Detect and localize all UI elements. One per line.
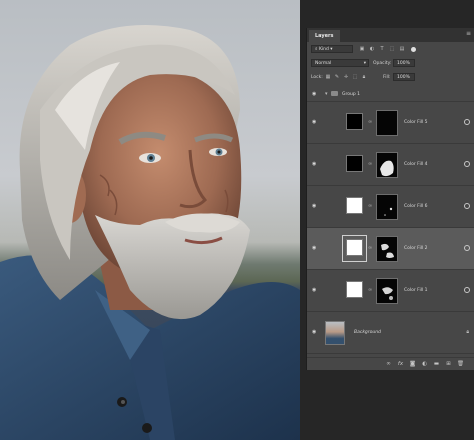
portrait-photo (0, 25, 300, 440)
link-icon[interactable]: ∞ (368, 203, 372, 209)
filter-pixel-icon[interactable]: ▣ (359, 46, 365, 52)
mask-thumbnail (376, 236, 398, 262)
mask-thumbnail (376, 278, 398, 304)
lock-label: Lock: (311, 75, 323, 80)
filter-shape-icon[interactable]: ⬚ (389, 46, 395, 52)
layer-row[interactable]: ◉ ∞ Color Fill 6 (307, 186, 474, 228)
layer-row[interactable]: ◉ ∞ Color Fill 5 (307, 102, 474, 144)
blend-mode-select[interactable]: Normal ▾ (311, 59, 369, 67)
lock-icon: 🔒︎ (466, 329, 469, 335)
layers-panel: Layers ≡ ⌕ Kind ▾ ▣ ◐ T ⬚ ▤ Normal ▾ Opa… (306, 28, 474, 370)
eye-icon[interactable]: ◉ (312, 120, 319, 125)
layer-name: Background (354, 330, 381, 335)
blend-mode-value: Normal (315, 61, 332, 66)
layer-name: Color Fill 1 (404, 288, 428, 293)
eye-icon[interactable]: ◉ (312, 288, 319, 293)
mask-shape (382, 287, 393, 300)
adjustment-icon (464, 119, 470, 125)
chevron-down-icon[interactable]: ▾ (325, 91, 328, 97)
lock-all-icon[interactable]: 🔒︎ (361, 74, 367, 80)
fill-thumbnail (346, 281, 363, 298)
new-group-icon[interactable]: ▬ (433, 361, 440, 367)
lock-row: Lock: ▦ ✎ ✛ ⬚ 🔒︎ Fill: 100% (307, 72, 474, 83)
filter-kind-label: Kind (318, 47, 329, 52)
filter-kind-select[interactable]: ⌕ Kind ▾ (311, 45, 353, 53)
mask-thumbnail (376, 194, 398, 220)
layer-row-selected[interactable]: ◉ ∞ Color Fill 2 (307, 228, 474, 270)
mask-shape (384, 207, 393, 216)
mask-thumbnail (376, 152, 398, 178)
fx-icon[interactable]: fx (397, 361, 404, 367)
mask-thumbnail (376, 110, 398, 136)
lock-position-icon[interactable]: ✛ (343, 74, 349, 80)
background-layer-row[interactable]: ◉ Background 🔒︎ (307, 312, 474, 354)
adjustment-icon (464, 203, 470, 209)
fill-input[interactable]: 100% (393, 73, 415, 81)
link-icon[interactable]: ∞ (368, 119, 372, 125)
mask-shape (381, 243, 394, 258)
eye-icon[interactable]: ◉ (312, 330, 319, 335)
tab-layers[interactable]: Layers (309, 30, 340, 42)
link-icon[interactable]: ∞ (368, 245, 372, 251)
layer-name: Color Fill 5 (404, 120, 428, 125)
filter-row: ⌕ Kind ▾ ▣ ◐ T ⬚ ▤ (307, 44, 474, 55)
photo-canvas[interactable] (0, 0, 300, 440)
chevron-down-icon: ▾ (363, 61, 366, 66)
trash-icon[interactable]: 🗑︎ (457, 361, 464, 367)
layer-name: Color Fill 2 (404, 246, 428, 251)
layers-bottom-toolbar: ∞ fx ◙ ◐ ▬ ⊞ 🗑︎ (307, 357, 474, 370)
hamburger-menu-icon[interactable]: ≡ (466, 31, 471, 37)
link-icon[interactable]: ∞ (368, 287, 372, 293)
eye-icon[interactable]: ◉ (312, 204, 319, 209)
layer-row[interactable]: ◉ ∞ Color Fill 1 (307, 270, 474, 312)
filter-type-icon[interactable]: T (379, 46, 385, 52)
adjustment-icon (464, 245, 470, 251)
fill-label: Fill: (383, 75, 391, 80)
adjustment-icon (464, 161, 470, 167)
lock-paint-icon[interactable]: ✎ (334, 74, 340, 80)
mask-shape (380, 160, 394, 177)
link-icon[interactable]: ∞ (368, 161, 372, 167)
lock-transparent-icon[interactable]: ▦ (325, 74, 331, 80)
layer-name: Color Fill 4 (404, 162, 428, 167)
filter-smartobject-icon[interactable]: ▤ (399, 46, 405, 52)
new-layer-icon[interactable]: ⊞ (445, 361, 452, 367)
adjustment-icon (464, 287, 470, 293)
panel-tab-bar: Layers ≡ (307, 28, 474, 42)
layer-name: Color Fill 6 (404, 204, 428, 209)
blend-row: Normal ▾ Opacity: 100% (307, 58, 474, 69)
link-layers-icon[interactable]: ∞ (385, 361, 392, 367)
add-mask-icon[interactable]: ◙ (409, 361, 416, 367)
fill-thumbnail (346, 239, 363, 256)
layer-list: ◉ ▾ Group 1 ◉ ∞ Color Fill 5 ◉ ∞ Color F… (307, 88, 474, 358)
opacity-label: Opacity: (373, 61, 392, 66)
folder-icon (331, 91, 338, 96)
layer-row[interactable]: ◉ ∞ Color Fill 4 (307, 144, 474, 186)
lock-artboard-icon[interactable]: ⬚ (352, 74, 358, 80)
group-row[interactable]: ◉ ▾ Group 1 (307, 88, 474, 102)
eye-icon[interactable]: ◉ (312, 246, 319, 251)
fill-thumbnail (346, 113, 363, 130)
eye-icon[interactable]: ◉ (312, 162, 319, 167)
group-name: Group 1 (342, 92, 360, 97)
fill-thumbnail (346, 155, 363, 172)
filter-toggle-icon[interactable] (411, 47, 416, 52)
eye-icon[interactable]: ◉ (312, 92, 319, 97)
adjustment-layer-icon[interactable]: ◐ (421, 361, 428, 367)
filter-adjustment-icon[interactable]: ◐ (369, 46, 375, 52)
opacity-input[interactable]: 100% (393, 59, 415, 67)
background-thumbnail (325, 321, 345, 345)
fill-thumbnail (346, 197, 363, 214)
